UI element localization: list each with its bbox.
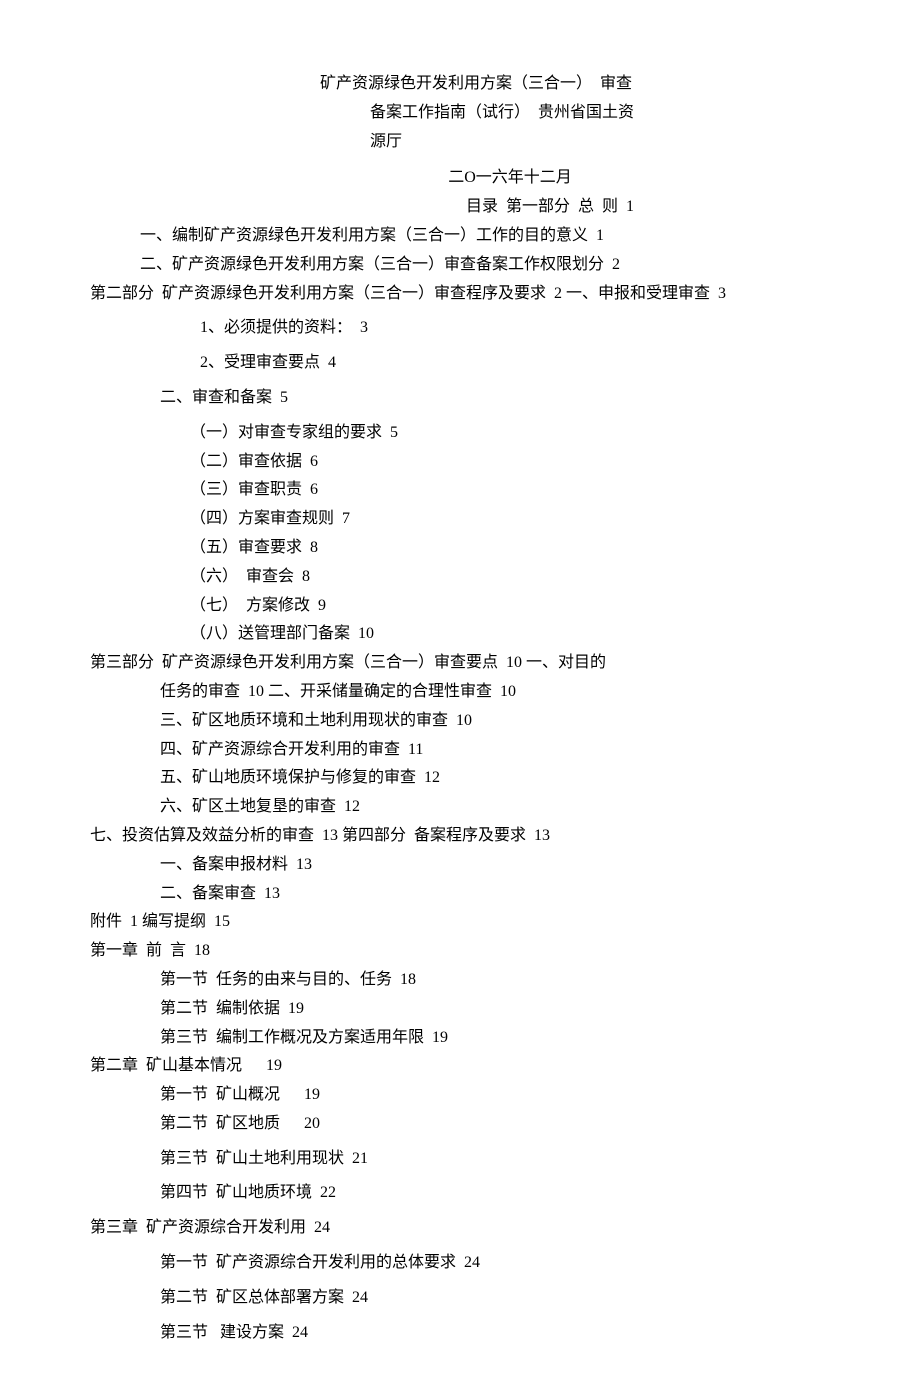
- title-line-3: 源厅: [170, 128, 830, 157]
- toc-line: 第二部分 矿产资源绿色开发利用方案（三合一）审查程序及要求 2 一、申报和受理审…: [90, 280, 830, 309]
- toc-line: 三、矿区地质环境和土地利用现状的审查 10: [90, 707, 830, 736]
- toc-line: 二、备案审查 13: [90, 880, 830, 909]
- toc-line: （八）送管理部门备案 10: [90, 620, 830, 649]
- toc-line: 第三章 矿产资源综合开发利用 24: [90, 1214, 830, 1243]
- toc-line: 附件 1 编写提纲 15: [90, 908, 830, 937]
- toc-line: 六、矿区土地复垦的审查 12: [90, 793, 830, 822]
- toc-line: 第一节 任务的由来与目的、任务 18: [90, 966, 830, 995]
- toc-line: 第四节 矿山地质环境 22: [90, 1179, 830, 1208]
- toc-line: （二）审查依据 6: [90, 448, 830, 477]
- toc-line: 任务的审查 10 二、开采储量确定的合理性审查 10: [90, 678, 830, 707]
- toc-line: （三）审查职责 6: [90, 476, 830, 505]
- toc-line: 五、矿山地质环境保护与修复的审查 12: [90, 764, 830, 793]
- toc-line: 第三节 编制工作概况及方案适用年限 19: [90, 1024, 830, 1053]
- title-line-2: 备案工作指南（试行） 贵州省国土资: [170, 99, 830, 128]
- document-date: 二O一六年十二月: [90, 164, 830, 193]
- toc-line: （四）方案审查规则 7: [90, 505, 830, 534]
- toc-line: 七、投资估算及效益分析的审查 13 第四部分 备案程序及要求 13: [90, 822, 830, 851]
- toc-line: （五）审查要求 8: [90, 534, 830, 563]
- toc-line: 第二节 编制依据 19: [90, 995, 830, 1024]
- toc-line: 一、备案申报材料 13: [90, 851, 830, 880]
- toc-line: 第二节 矿区地质 20: [90, 1110, 830, 1139]
- title-line-1: 矿产资源绿色开发利用方案（三合一） 审查: [170, 70, 830, 99]
- toc-header: 目录 第一部分 总 则 1: [90, 193, 830, 222]
- toc-line: 第三部分 矿产资源绿色开发利用方案（三合一）审查要点 10 一、对目的: [90, 649, 830, 678]
- toc-line: 第一章 前 言 18: [90, 937, 830, 966]
- toc-line: 2、受理审查要点 4: [90, 349, 830, 378]
- toc-line: 第二章 矿山基本情况 19: [90, 1052, 830, 1081]
- toc-line: 四、矿产资源综合开发利用的审查 11: [90, 736, 830, 765]
- document-title: 矿产资源绿色开发利用方案（三合一） 审查 备案工作指南（试行） 贵州省国土资 源…: [90, 70, 830, 156]
- toc-line: 第三节 建设方案 24: [90, 1319, 830, 1348]
- toc-line: 第三节 矿山土地利用现状 21: [90, 1145, 830, 1174]
- toc-line: （七） 方案修改 9: [90, 592, 830, 621]
- toc-line: 1、必须提供的资料： 3: [90, 314, 830, 343]
- toc-body: 一、编制矿产资源绿色开发利用方案（三合一）工作的目的意义 1二、矿产资源绿色开发…: [90, 222, 830, 1347]
- toc-line: 一、编制矿产资源绿色开发利用方案（三合一）工作的目的意义 1: [90, 222, 830, 251]
- toc-line: 二、审查和备案 5: [90, 384, 830, 413]
- toc-line: （一）对审查专家组的要求 5: [90, 419, 830, 448]
- toc-line: 二、矿产资源绿色开发利用方案（三合一）审查备案工作权限划分 2: [90, 251, 830, 280]
- toc-line: 第一节 矿产资源综合开发利用的总体要求 24: [90, 1249, 830, 1278]
- toc-line: 第一节 矿山概况 19: [90, 1081, 830, 1110]
- toc-line: 第二节 矿区总体部署方案 24: [90, 1284, 830, 1313]
- toc-line: （六） 审查会 8: [90, 563, 830, 592]
